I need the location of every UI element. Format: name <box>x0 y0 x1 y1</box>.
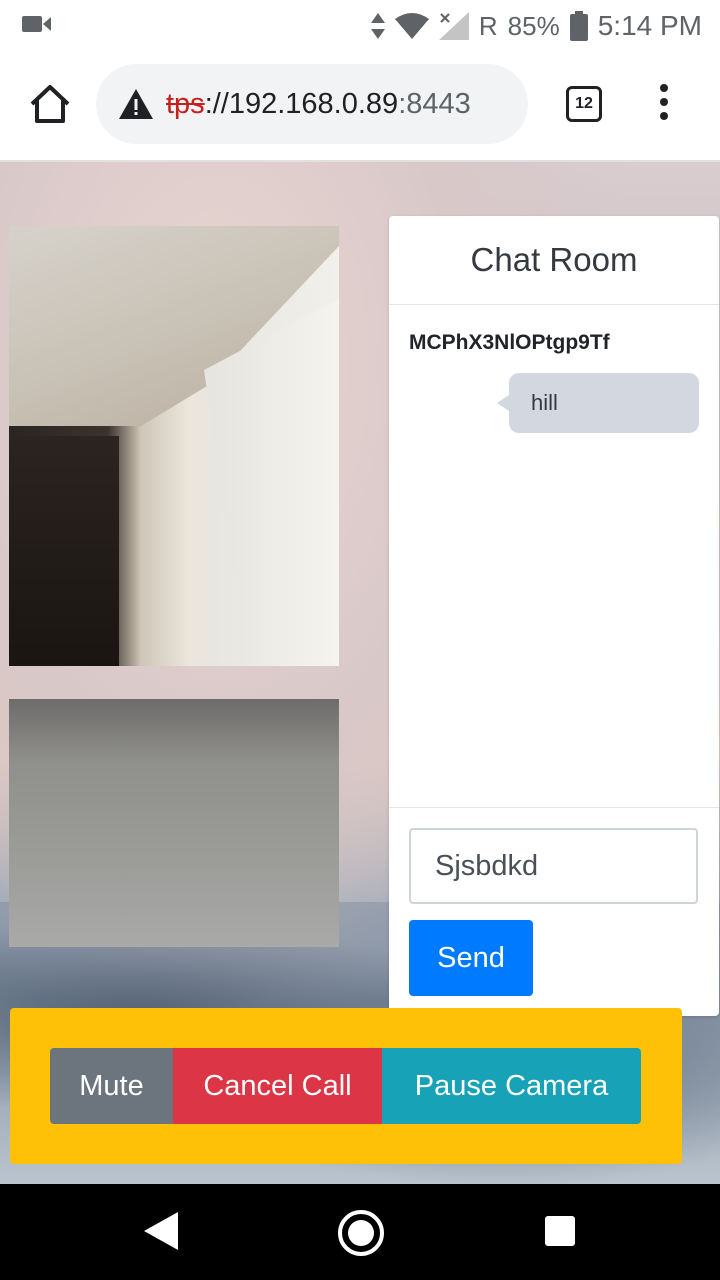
mute-button[interactable]: Mute <box>50 1048 173 1124</box>
more-options-icon[interactable] <box>654 84 674 124</box>
clock: 5:14 PM <box>597 10 702 41</box>
pause-camera-button[interactable]: Pause Camera <box>382 1048 641 1124</box>
url-scheme: tps <box>166 87 205 120</box>
recent-apps-icon[interactable] <box>545 1216 575 1246</box>
message-text: hill <box>531 390 558 415</box>
warning-icon[interactable] <box>118 88 154 120</box>
call-controls: Mute Cancel Call Pause Camera <box>10 1008 682 1164</box>
system-nav-bar <box>0 1184 720 1280</box>
chat-title: Chat Room <box>389 216 719 305</box>
cancel-call-button[interactable]: Cancel Call <box>173 1048 382 1124</box>
home-nav-icon[interactable] <box>338 1210 384 1256</box>
data-arrows-icon <box>370 13 385 39</box>
battery-percent: 85% <box>507 10 560 41</box>
url-text: tps://192.168.0.89:8443 <box>166 88 471 121</box>
url-port: :8443 <box>398 87 471 120</box>
message-bubble: hill <box>497 373 699 433</box>
battery-icon <box>569 11 588 41</box>
back-icon[interactable] <box>144 1212 178 1250</box>
send-button[interactable]: Send <box>409 920 533 996</box>
page-background: Chat Room MCPhX3NlOPtgp9Tf hill Send Mut… <box>0 162 720 1184</box>
browser-toolbar: tps://192.168.0.89:8443 12 <box>0 50 720 162</box>
call-button-group: Mute Cancel Call Pause Camera <box>50 1048 641 1124</box>
message-input[interactable] <box>409 828 698 904</box>
status-bar: R 85% 5:14 PM <box>0 0 720 50</box>
address-bar[interactable]: tps://192.168.0.89:8443 <box>96 64 528 144</box>
wifi-icon <box>394 13 429 39</box>
chat-messages: MCPhX3NlOPtgp9Tf hill <box>389 305 719 808</box>
tab-switcher-button[interactable]: 12 <box>566 86 602 122</box>
home-icon[interactable] <box>28 82 72 126</box>
video-camera-icon <box>22 16 51 32</box>
local-video <box>9 699 339 947</box>
signal-icon <box>438 12 469 40</box>
chat-panel: Chat Room MCPhX3NlOPtgp9Tf hill Send <box>389 216 719 1016</box>
url-host: ://192.168.0.89 <box>204 87 399 120</box>
network-label: R <box>478 10 498 41</box>
remote-video <box>9 226 339 666</box>
message-author: MCPhX3NlOPtgp9Tf <box>409 331 610 354</box>
